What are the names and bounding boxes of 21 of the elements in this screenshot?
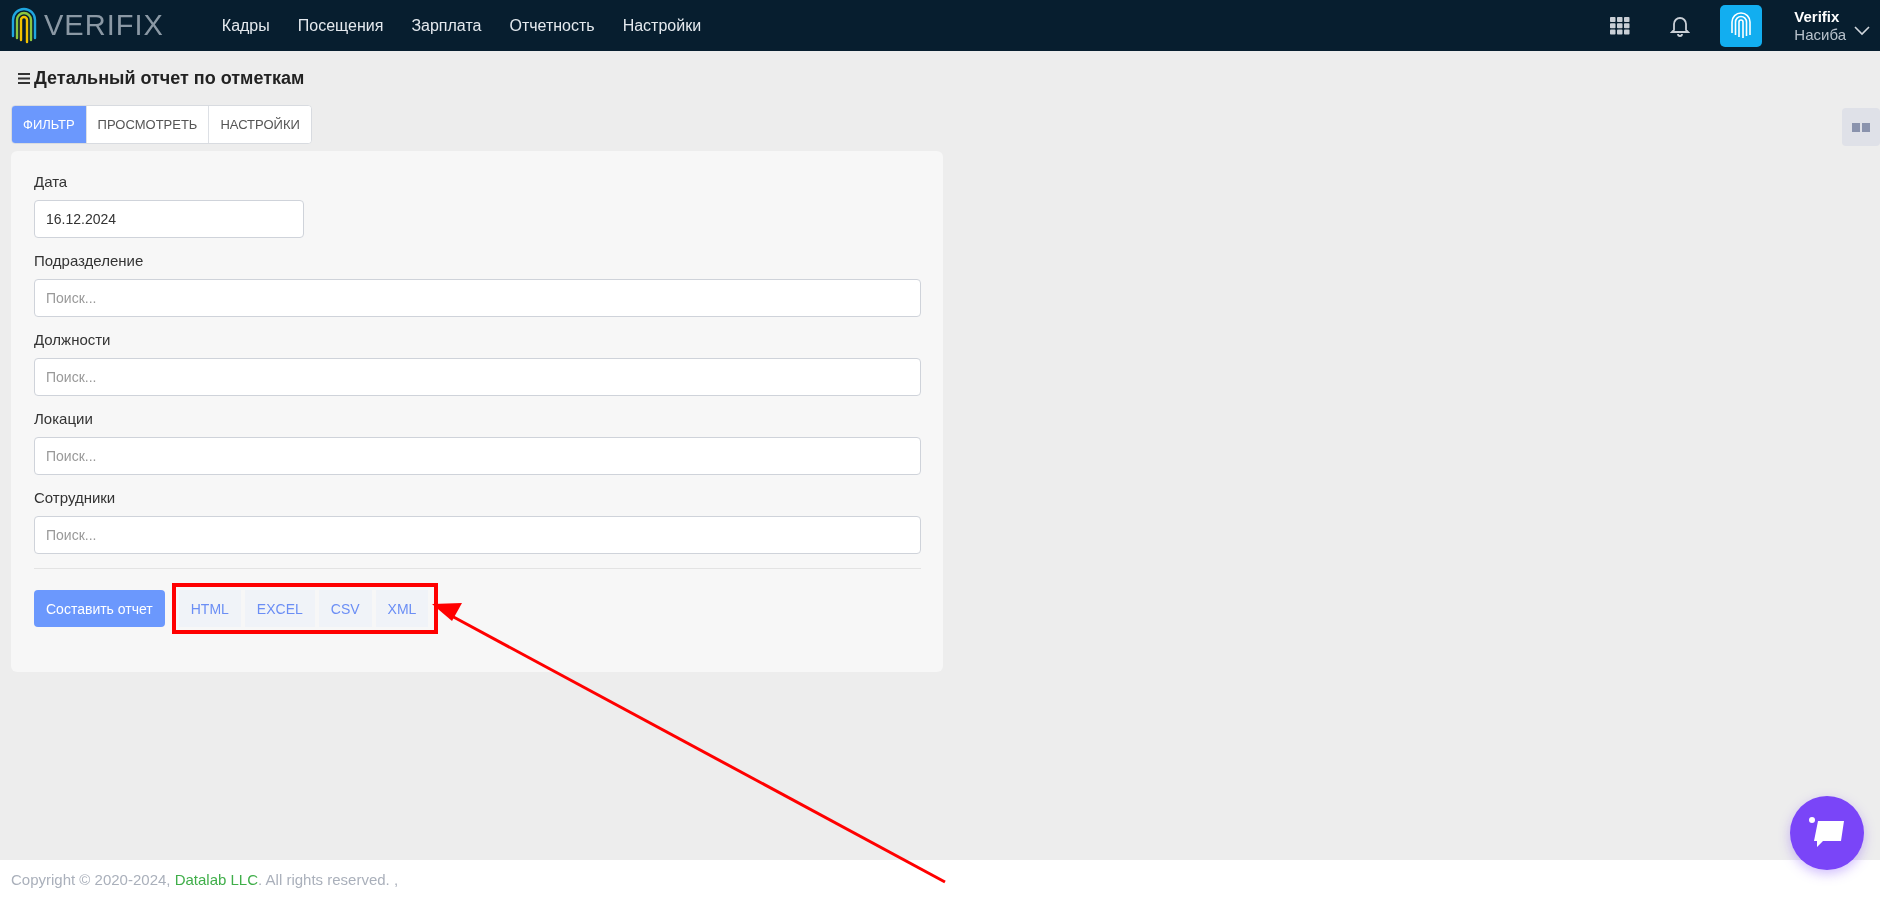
nav-link[interactable]: Настройки (608, 16, 716, 35)
field-label: Подразделение (34, 252, 145, 269)
nav-link[interactable]: Отчетность (495, 16, 609, 35)
tab[interactable]: НАСТРОЙКИ (208, 106, 311, 143)
nav-link[interactable]: Кадры (207, 16, 284, 35)
nav-link[interactable]: Зарплата (397, 16, 496, 35)
search-field[interactable]: Поиск... (34, 437, 921, 475)
company-name: Verifix (1794, 7, 1841, 26)
search-field[interactable]: Поиск... (34, 516, 921, 554)
field-label: Должности (34, 331, 112, 348)
copyright-text: Copyright © 2020-2024, Datalab LLC. All rights reserved. , (11, 870, 399, 888)
logo-text: VERIFIX (44, 9, 164, 42)
date-field[interactable]: 16.12.2024 (34, 200, 304, 238)
field-label: Дата (34, 173, 69, 190)
page-title: Детальный отчет по отметкам (34, 67, 305, 89)
user-name: Насиба (1794, 25, 1846, 44)
field-label: Локации (34, 410, 94, 427)
field-label: Сотрудники (34, 489, 117, 506)
nav-link[interactable]: Посещения (283, 16, 398, 35)
search-field[interactable]: Поиск... (34, 279, 921, 317)
search-field[interactable]: Поиск... (34, 358, 921, 396)
